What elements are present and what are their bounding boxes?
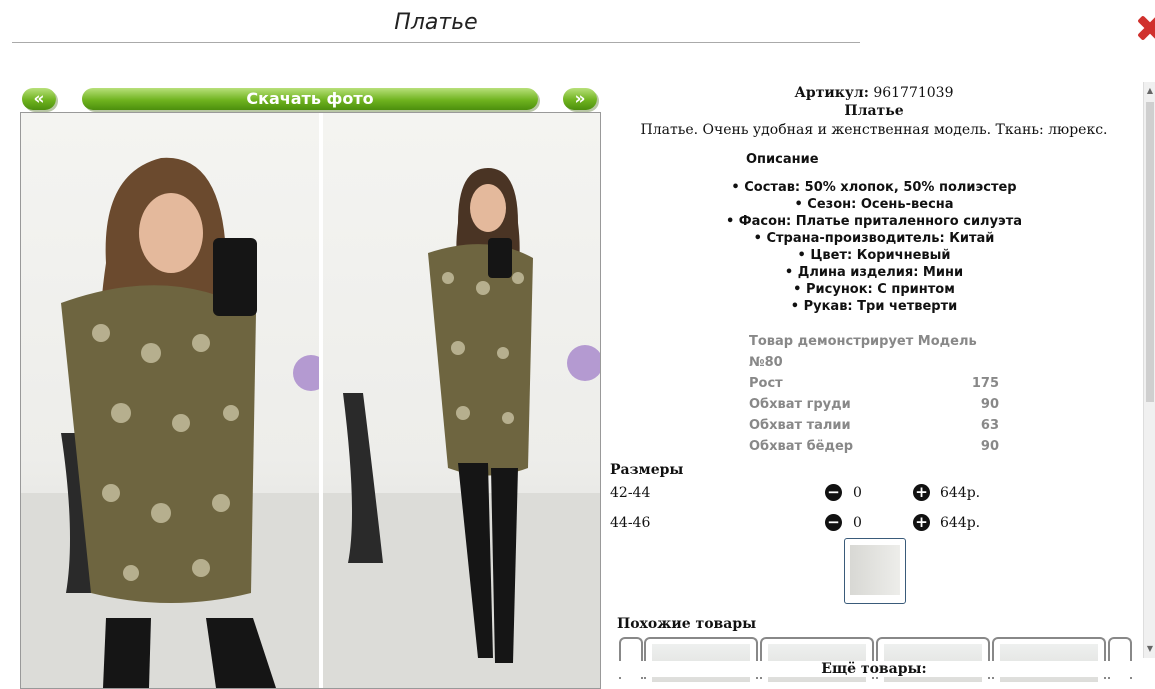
spec-item: • Состав: 50% хлопок, 50% полиэстер: [731, 180, 1017, 195]
spec-item: • Длина изделия: Мини: [784, 265, 964, 280]
product-photo: [20, 112, 601, 689]
size-price: 644р.: [940, 515, 981, 531]
size-label: 44-46: [610, 515, 651, 531]
prev-photo-button[interactable]: «: [22, 88, 56, 110]
spec-item: • Фасон: Платье приталенного силуэта: [725, 214, 1023, 229]
product-name: Платье: [844, 103, 904, 119]
model-row: Товар демонстрирует Модель №80: [749, 334, 977, 370]
article-line: Артикул: 961771039: [605, 85, 1143, 101]
scroll-up-icon[interactable]: ▲: [1146, 86, 1154, 96]
spec-item: • Рисунок: С принтом: [793, 282, 955, 297]
scroll-down-icon[interactable]: ▼: [1146, 644, 1154, 654]
model-row: Обхват талии 63: [749, 418, 999, 433]
product-photo-right: [323, 113, 600, 688]
product-description: Платье. Очень удобная и женственная моде…: [640, 122, 1108, 138]
more-products-heading: Ещё товары:: [605, 661, 1143, 677]
product-thumbnail[interactable]: [844, 538, 906, 604]
minus-circle-icon[interactable]: −: [825, 484, 842, 501]
model-row: Обхват бёдер 90: [749, 439, 999, 454]
model-row: Рост 175: [749, 376, 999, 391]
minus-circle-icon[interactable]: −: [825, 514, 842, 531]
scrollbar[interactable]: ▲ ▼: [1143, 82, 1155, 658]
product-info-panel: Артикул: 961771039 Платье Платье. Очень …: [605, 82, 1143, 682]
spec-item: • Рукав: Три четверти: [790, 299, 958, 314]
scrollbar-thumb[interactable]: [1146, 102, 1154, 402]
size-row: 44-46 − 0 + 644р.: [610, 508, 1143, 538]
similar-products-heading: Похожие товары: [617, 616, 757, 632]
title-divider: [12, 42, 860, 43]
size-row: 42-44 − 0 + 644р.: [610, 478, 1143, 508]
spec-item: • Страна-производитель: Китай: [753, 231, 995, 246]
size-price: 644р.: [940, 485, 981, 501]
description-heading: Описание: [746, 152, 819, 167]
plus-circle-icon[interactable]: +: [913, 484, 930, 501]
download-photo-button[interactable]: Скачать фото: [82, 88, 538, 110]
spec-list: • Состав: 50% хлопок, 50% полиэстер • Се…: [605, 179, 1143, 315]
spec-item: • Цвет: Коричневый: [797, 248, 951, 263]
plus-circle-icon[interactable]: +: [913, 514, 930, 531]
model-row: Обхват груди 90: [749, 397, 999, 412]
article-label: Артикул:: [794, 85, 869, 101]
product-photo-left: [21, 113, 319, 688]
size-quantity: 0: [853, 485, 862, 501]
close-icon[interactable]: [1134, 12, 1155, 42]
article-number: 961771039: [873, 85, 954, 101]
model-measurements: Товар демонстрирует Модель №80 Рост 175 О…: [749, 331, 999, 457]
sizes-heading: Размеры: [610, 462, 684, 478]
page-title: Платье: [394, 10, 478, 35]
next-photo-button[interactable]: »: [563, 88, 597, 110]
spec-item: • Сезон: Осень-весна: [794, 197, 954, 212]
size-quantity: 0: [853, 515, 862, 531]
size-label: 42-44: [610, 485, 651, 501]
